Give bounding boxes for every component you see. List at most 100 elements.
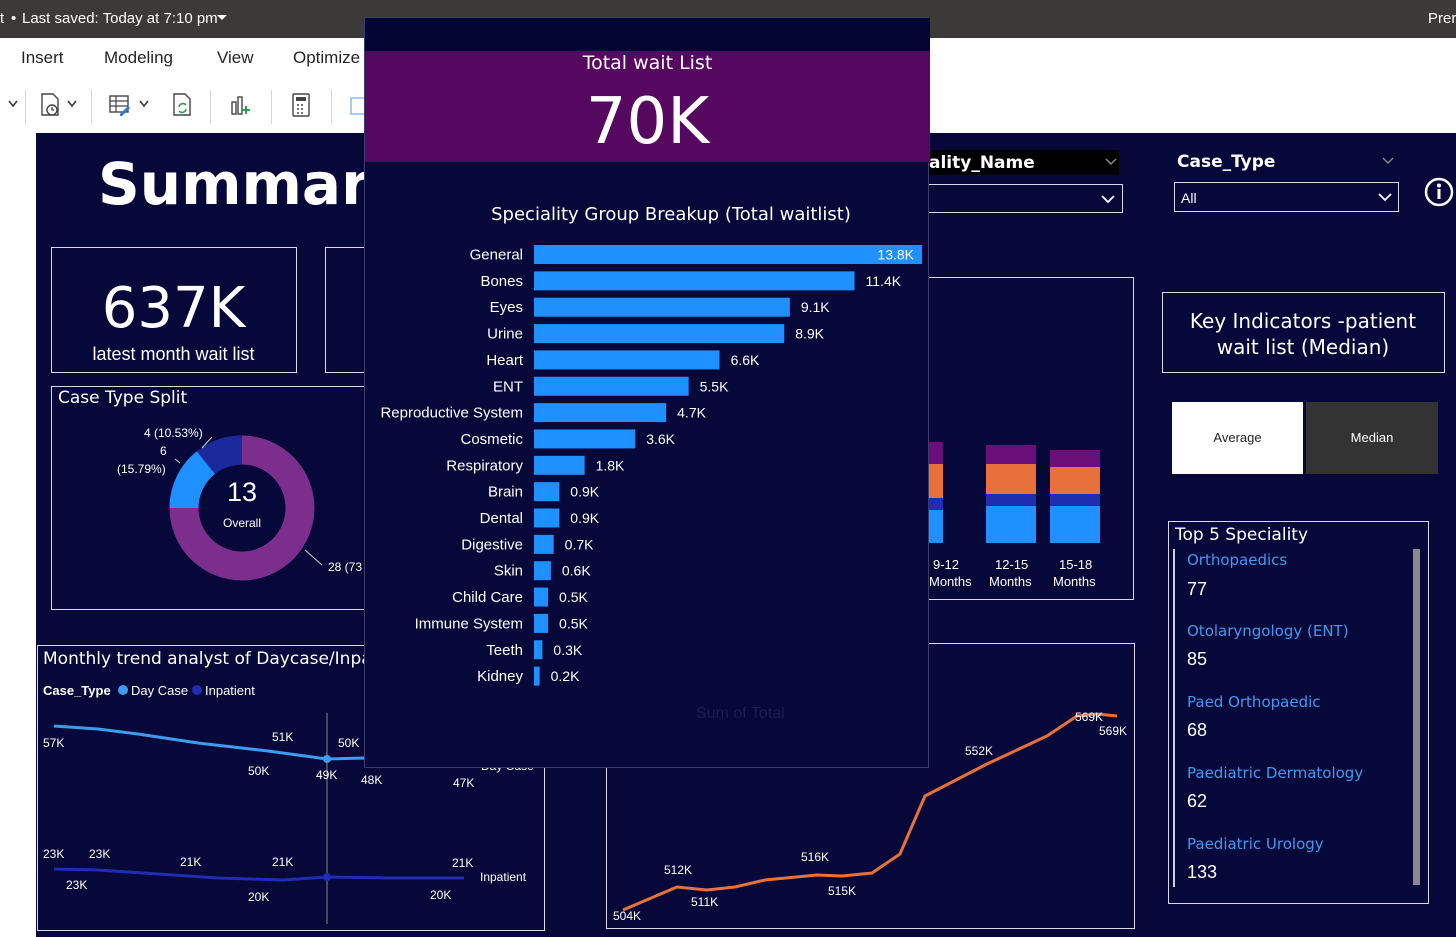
- speciality-filter-header[interactable]: ality_Name: [929, 150, 1119, 175]
- median-button[interactable]: Median: [1306, 402, 1438, 474]
- chevron-down-icon[interactable]: [1382, 157, 1394, 165]
- daycase-label: 48K: [361, 773, 382, 787]
- title-right-text[interactable]: Prer: [1428, 10, 1456, 27]
- bar[interactable]: [534, 350, 720, 370]
- donut-label: 28 (73: [328, 560, 362, 574]
- stack-segment: [1050, 494, 1100, 506]
- inpatient-hover-point: [323, 873, 331, 881]
- chevron-down-icon[interactable]: [67, 100, 77, 108]
- bar[interactable]: [534, 508, 560, 528]
- stacked-bar-chart[interactable]: 9-12 Months 12-15 Months 15-18 Months: [929, 278, 1132, 598]
- top5-item-name[interactable]: Paed Orthopaedic: [1187, 693, 1321, 711]
- refresh-icon[interactable]: [170, 92, 194, 118]
- value-label: 0.3K: [553, 642, 582, 658]
- title-left-text: t: [0, 10, 5, 27]
- kpi-label: latest month wait list: [92, 344, 255, 364]
- value-label: 0.7K: [565, 536, 594, 552]
- wait-duration-stacked-chart-panel[interactable]: 9-12 Months 12-15 Months 15-18 Months: [929, 277, 1134, 600]
- popup-top-strip: [365, 18, 930, 51]
- toolbar-separator: [331, 90, 332, 124]
- bar[interactable]: [534, 534, 554, 554]
- daycase-label: 57K: [43, 736, 64, 750]
- top5-title: Top 5 Speciality: [1175, 525, 1309, 545]
- x-tick-label: Months: [1053, 574, 1096, 589]
- bar[interactable]: [534, 403, 667, 423]
- trend-label: 504K: [613, 909, 641, 923]
- value-label: 0.5K: [559, 615, 588, 631]
- top5-item-name[interactable]: Paediatric Dermatology: [1187, 764, 1363, 782]
- bar[interactable]: [534, 297, 790, 317]
- average-button[interactable]: Average: [1172, 402, 1303, 474]
- category-label: Immune System: [415, 615, 523, 632]
- key-indicators-title-line1: Key Indicators -patient: [1189, 309, 1417, 333]
- chevron-down-icon[interactable]: [139, 100, 149, 108]
- recent-sources-icon[interactable]: [38, 92, 62, 118]
- category-label: Dental: [480, 510, 523, 527]
- tab-insert[interactable]: Insert: [21, 48, 64, 68]
- tab-optimize[interactable]: Optimize: [293, 48, 360, 68]
- category-label: Heart: [486, 352, 524, 369]
- daycase-label: 50K: [338, 736, 359, 750]
- bar[interactable]: [534, 271, 855, 291]
- chevron-down-icon[interactable]: [216, 14, 228, 22]
- top5-item-value: 85: [1187, 649, 1208, 669]
- bar[interactable]: [534, 587, 549, 607]
- stack-segment: [1050, 467, 1100, 494]
- kpi-card-secondary[interactable]: [325, 247, 365, 373]
- inpatient-label: 21K: [272, 855, 293, 869]
- daycase-label: 47K: [453, 776, 474, 790]
- category-label: Skin: [494, 563, 523, 580]
- donut-chart[interactable]: 13 Overall 4 (10.53%) 6 (15.79%) 28 (73: [52, 387, 366, 609]
- tab-view[interactable]: View: [217, 48, 254, 68]
- bar[interactable]: [534, 376, 689, 396]
- tab-modeling[interactable]: Modeling: [104, 48, 173, 68]
- calculator-icon[interactable]: [289, 92, 313, 118]
- value-label: 11.4K: [866, 273, 902, 289]
- value-label: 9.1K: [801, 299, 830, 315]
- last-saved-text[interactable]: Last saved: Today at 7:10 pm: [22, 10, 218, 27]
- x-tick-label: Months: [989, 574, 1032, 589]
- x-tick-label: 15-18: [1059, 557, 1092, 572]
- bar[interactable]: [534, 429, 636, 449]
- bar[interactable]: [534, 666, 540, 686]
- bar[interactable]: [534, 245, 922, 264]
- new-visual-icon[interactable]: [229, 92, 253, 118]
- bar[interactable]: [534, 613, 549, 633]
- transform-data-icon[interactable]: [108, 92, 132, 118]
- case-type-split-panel[interactable]: Case Type Split 13 Overall 4 (10.53%) 6 …: [51, 386, 365, 610]
- value-label: 0.6K: [562, 563, 591, 579]
- chevron-down-icon[interactable]: [8, 100, 18, 108]
- top5-scrollbar[interactable]: [1413, 549, 1420, 885]
- chevron-down-icon[interactable]: [1101, 195, 1115, 204]
- value-label: 0.5K: [559, 589, 588, 605]
- bar[interactable]: [534, 324, 785, 344]
- category-label: General: [470, 247, 523, 264]
- bar[interactable]: [534, 482, 560, 502]
- speciality-breakup-popup[interactable]: Total wait List 70K Speciality Group Bre…: [364, 17, 930, 768]
- inpatient-label: 20K: [248, 890, 269, 904]
- top5-item-name[interactable]: Orthopaedics: [1187, 551, 1287, 569]
- info-icon[interactable]: [1424, 177, 1454, 207]
- inpatient-label: 23K: [66, 878, 87, 892]
- category-label: Eyes: [490, 299, 523, 316]
- speciality-bar-chart[interactable]: General 13.8K Bones 11.4K Eyes 9.1K Urine 8.9K H…: [365, 243, 930, 723]
- speciality-filter-label: ality_Name: [929, 153, 1035, 173]
- bar[interactable]: [534, 455, 585, 475]
- top5-speciality-panel[interactable]: Top 5 Speciality Orthopaedics 77 Otolary…: [1168, 521, 1429, 904]
- top5-item-name[interactable]: Paediatric Urology: [1187, 835, 1324, 853]
- trend-label: 511K: [691, 895, 718, 909]
- value-label: 5.5K: [700, 378, 729, 394]
- top5-item-name[interactable]: Otolaryngology (ENT): [1187, 622, 1349, 640]
- toolbar-separator: [91, 90, 92, 124]
- category-label: Brain: [488, 484, 523, 501]
- chevron-down-icon[interactable]: [1105, 158, 1117, 166]
- case-type-dropdown[interactable]: All: [1174, 182, 1399, 212]
- bar[interactable]: [534, 561, 551, 581]
- donut-center-label: Overall: [223, 516, 261, 530]
- category-label: ENT: [493, 378, 523, 395]
- kpi-card-latest-month[interactable]: 637K latest month wait list: [51, 247, 297, 373]
- value-label: 8.9K: [795, 326, 824, 342]
- case-type-selected: All: [1181, 190, 1197, 206]
- bar[interactable]: [534, 640, 543, 660]
- key-indicators-card: Key Indicators -patient wait list (Media…: [1162, 292, 1445, 373]
